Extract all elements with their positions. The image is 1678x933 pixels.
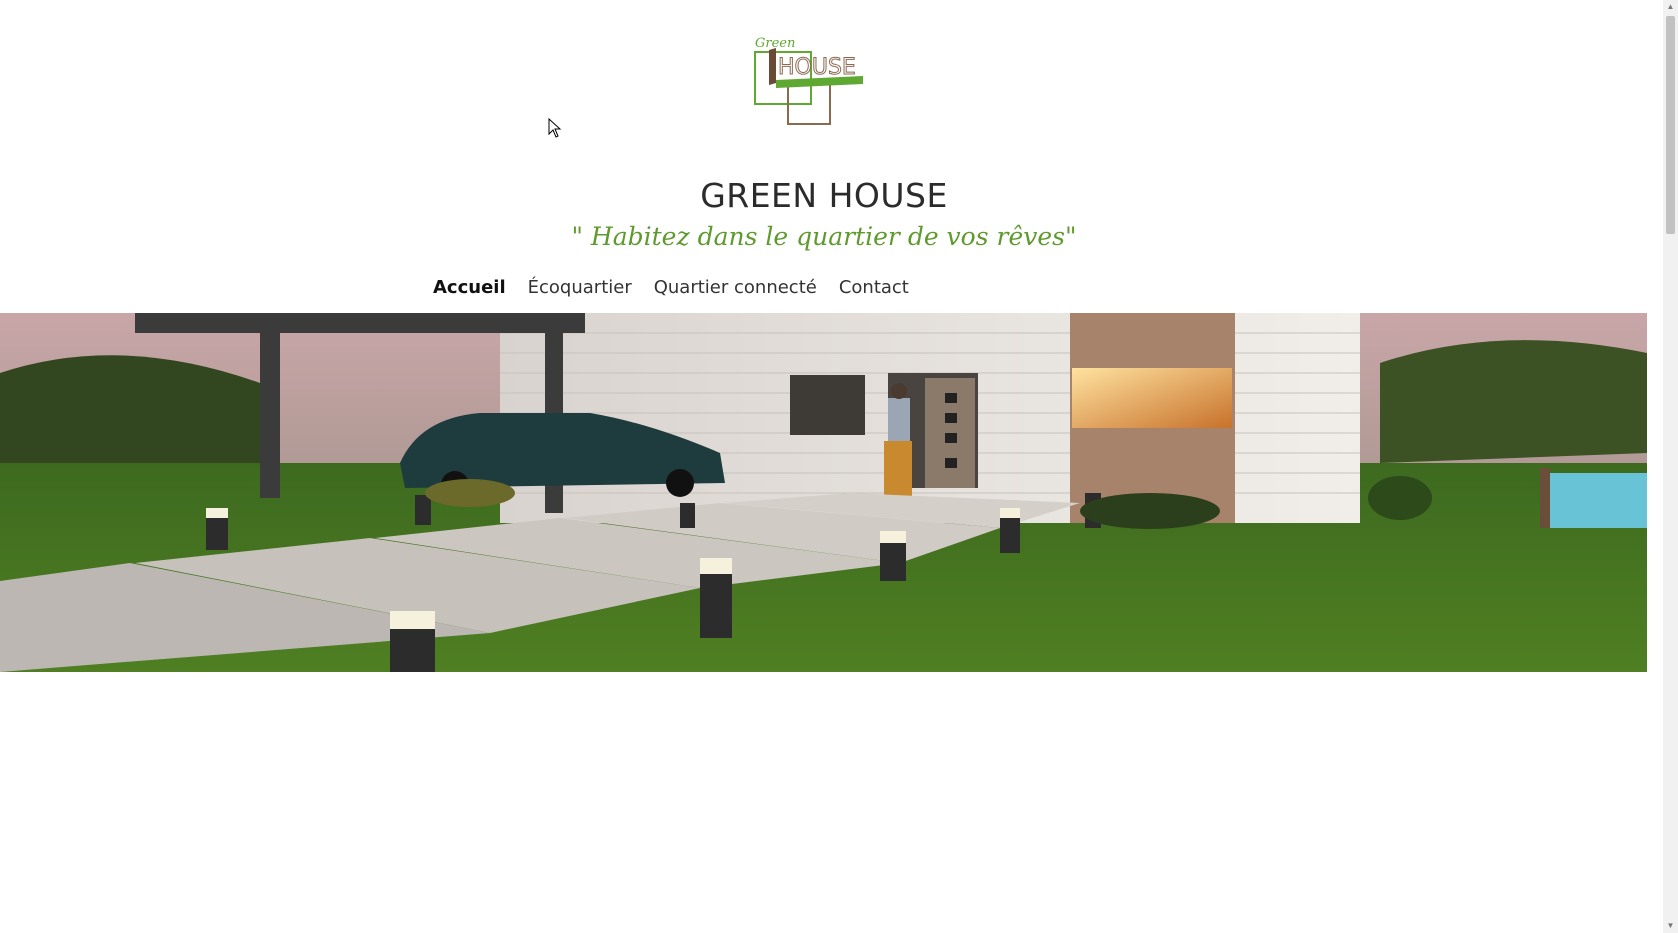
nav-item-ecoquartier[interactable]: Écoquartier: [528, 277, 632, 298]
page: HOUSE Green GREEN HOUSE " Habitez dans l…: [0, 0, 1663, 933]
main-nav: Accueil Écoquartier Quartier connecté Co…: [433, 277, 909, 298]
nav-item-quartier-connecte[interactable]: Quartier connecté: [654, 277, 817, 298]
scroll-down-arrow-icon[interactable]: ▼: [1663, 919, 1678, 933]
scroll-up-arrow-icon[interactable]: ▲: [1663, 0, 1678, 14]
svg-text:HOUSE: HOUSE: [778, 55, 856, 80]
nav-item-accueil[interactable]: Accueil: [433, 277, 506, 298]
scrollbar-thumb[interactable]: [1666, 16, 1675, 234]
hero-image: [0, 313, 1647, 672]
nav-item-contact[interactable]: Contact: [839, 277, 909, 298]
site-title: GREEN HOUSE: [700, 176, 948, 215]
vertical-scrollbar[interactable]: ▲ ▼: [1663, 0, 1678, 933]
site-tagline: " Habitez dans le quartier de vos rêves": [571, 222, 1077, 251]
green-house-logo[interactable]: HOUSE Green: [745, 30, 870, 130]
svg-text:Green: Green: [755, 36, 795, 51]
mouse-cursor-icon: [548, 118, 562, 138]
